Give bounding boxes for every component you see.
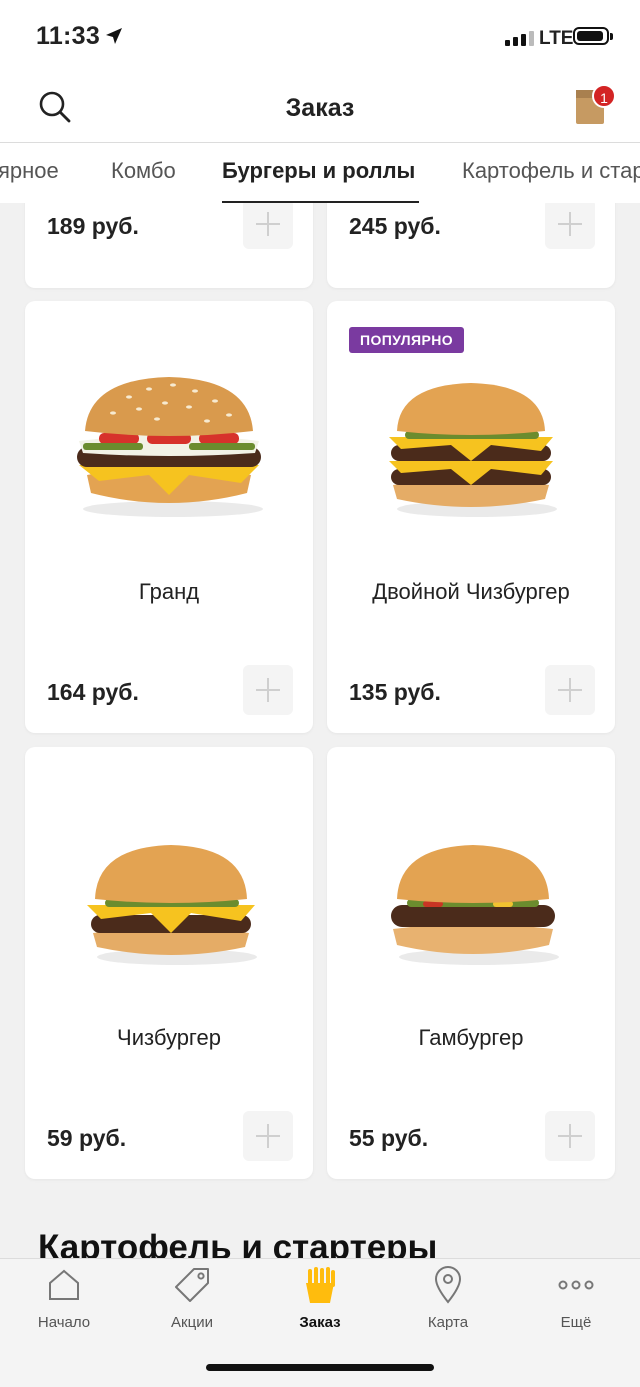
nav-order[interactable]: Заказ xyxy=(256,1259,384,1349)
nav-label: Карта xyxy=(427,1314,469,1331)
burger-image xyxy=(389,383,557,517)
nav-label: Акции xyxy=(171,1314,213,1331)
cart-button[interactable]: 1 xyxy=(570,82,618,130)
category-tabs: ярное Комбо Бургеры и роллы Картофель и … xyxy=(0,143,640,203)
product-card[interactable]: Гамбургер 55 руб. xyxy=(327,747,615,1179)
nav-deals[interactable]: Акции xyxy=(128,1259,256,1349)
product-card[interactable]: 189 руб. xyxy=(25,203,313,288)
status-time: 11:33 xyxy=(36,22,101,50)
burger-image xyxy=(391,845,559,965)
more-icon xyxy=(558,1280,594,1290)
product-price: 59 руб. xyxy=(47,1125,127,1151)
product-card[interactable]: Гранд 164 руб. xyxy=(25,301,313,733)
product-card[interactable]: ПОПУЛЯРНО Двойной Чизбургер 135 руб. xyxy=(327,301,615,733)
tab-popular[interactable]: ярное xyxy=(0,158,59,184)
product-price: 245 руб. xyxy=(349,213,441,239)
tag-icon xyxy=(175,1268,209,1302)
home-icon xyxy=(49,1269,79,1300)
map-pin-icon xyxy=(434,1266,462,1304)
tab-combo[interactable]: Комбо xyxy=(111,158,176,184)
tab-burgers[interactable]: Бургеры и роллы xyxy=(222,158,415,184)
product-card[interactable]: Чизбургер 59 руб. xyxy=(25,747,313,1179)
tab-fries[interactable]: Картофель и стартеры xyxy=(462,158,640,184)
app-header: Заказ 1 xyxy=(0,72,640,143)
location-arrow-icon xyxy=(106,28,122,44)
product-price: 135 руб. xyxy=(349,679,441,705)
product-name: Гамбургер xyxy=(418,1025,524,1050)
product-name: Гранд xyxy=(138,579,200,604)
nav-label: Ещё xyxy=(560,1314,592,1331)
product-price: 189 руб. xyxy=(47,213,139,239)
product-card[interactable]: 245 руб. xyxy=(327,203,615,288)
nav-map[interactable]: Карта xyxy=(384,1259,512,1349)
add-button[interactable] xyxy=(545,1111,595,1161)
nav-label: Заказ xyxy=(299,1314,341,1331)
add-button[interactable] xyxy=(545,203,595,249)
popular-badge: ПОПУЛЯРНО xyxy=(349,327,465,353)
nav-more[interactable]: Ещё xyxy=(512,1259,640,1349)
section-title: Картофель и стартеры xyxy=(38,1228,438,1258)
menu-content: 189 руб. 245 руб. Гранд 164 руб. ПОПУЛЯР… xyxy=(0,203,640,1258)
page-title: Заказ xyxy=(285,94,355,122)
product-price: 164 руб. xyxy=(47,679,139,705)
add-button[interactable] xyxy=(545,665,595,715)
nav-label: Начало xyxy=(37,1314,91,1331)
add-button[interactable] xyxy=(243,665,293,715)
product-name: Двойной Чизбургер xyxy=(372,579,570,604)
cart-count-badge: 1 xyxy=(592,84,616,108)
burger-image xyxy=(77,377,263,517)
battery-icon xyxy=(573,27,613,45)
home-indicator xyxy=(206,1364,434,1371)
nav-home[interactable]: Начало xyxy=(0,1259,128,1349)
product-name: Чизбургер xyxy=(117,1025,221,1050)
burger-image xyxy=(87,845,257,965)
signal-icon xyxy=(505,31,534,46)
status-bar: 11:33 LTE xyxy=(0,0,640,72)
add-button[interactable] xyxy=(243,1111,293,1161)
product-price: 55 руб. xyxy=(349,1125,429,1151)
add-button[interactable] xyxy=(243,203,293,249)
fries-icon xyxy=(306,1267,335,1303)
network-type: LTE xyxy=(539,28,574,49)
